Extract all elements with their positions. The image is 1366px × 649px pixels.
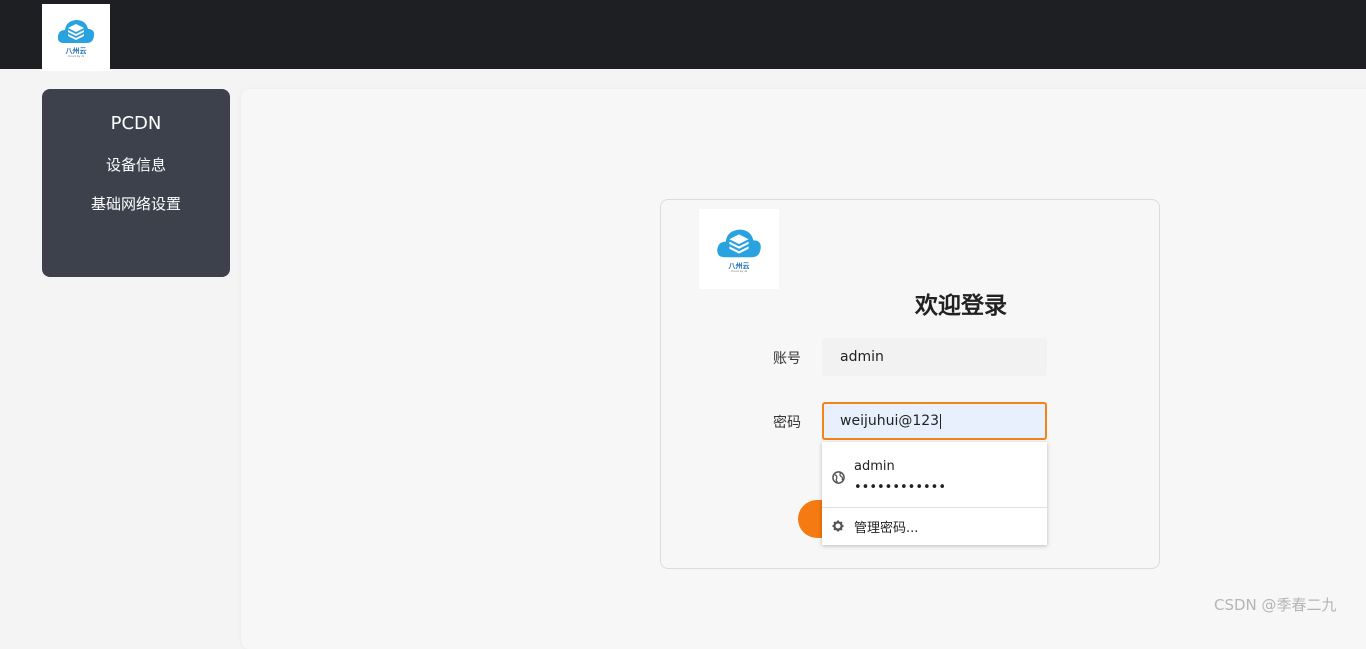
logo-tagline: cloud by AI <box>67 54 85 58</box>
text-caret <box>940 413 942 429</box>
sidebar-title: PCDN <box>110 113 162 134</box>
username-value: admin <box>840 349 884 365</box>
logo-tagline: cloud by AI <box>730 268 748 273</box>
gear-icon <box>832 520 844 532</box>
username-label: 账号 <box>773 351 801 367</box>
sidebar: PCDN 设备信息 基础网络设置 <box>42 89 230 277</box>
globe-icon <box>832 471 845 484</box>
manage-passwords-item[interactable]: 管理密码... <box>822 508 1047 545</box>
cloud-logo-icon: 八州云 cloud by AI <box>56 17 96 58</box>
header-logo[interactable]: 八州云 cloud by AI <box>42 4 110 71</box>
password-label: 密码 <box>773 415 801 431</box>
username-input[interactable]: admin <box>822 338 1047 376</box>
autofill-password-mask: •••••••••••• <box>854 480 947 495</box>
password-input[interactable]: weijuhui@123 <box>822 402 1047 440</box>
autofill-username: admin <box>854 459 895 474</box>
cloud-cube-icon <box>57 20 95 43</box>
manage-passwords-label: 管理密码... <box>854 521 919 536</box>
sidebar-item-device-info[interactable]: 设备信息 <box>106 154 166 175</box>
password-value: weijuhui@123 <box>840 413 940 429</box>
sidebar-item-network-settings[interactable]: 基础网络设置 <box>91 193 181 214</box>
top-bar <box>0 0 1366 69</box>
login-title: 欢迎登录 <box>915 293 1007 319</box>
login-logo: 八州云 cloud by AI <box>699 209 779 289</box>
cloud-cube-icon <box>717 229 761 257</box>
autofill-saved-credential[interactable]: admin •••••••••••• <box>822 442 1047 507</box>
cloud-logo-icon: 八州云 cloud by AI <box>715 226 763 273</box>
password-autofill-dropdown: admin •••••••••••• 管理密码... <box>822 442 1047 545</box>
watermark: CSDN @季春二九 <box>1214 596 1337 614</box>
